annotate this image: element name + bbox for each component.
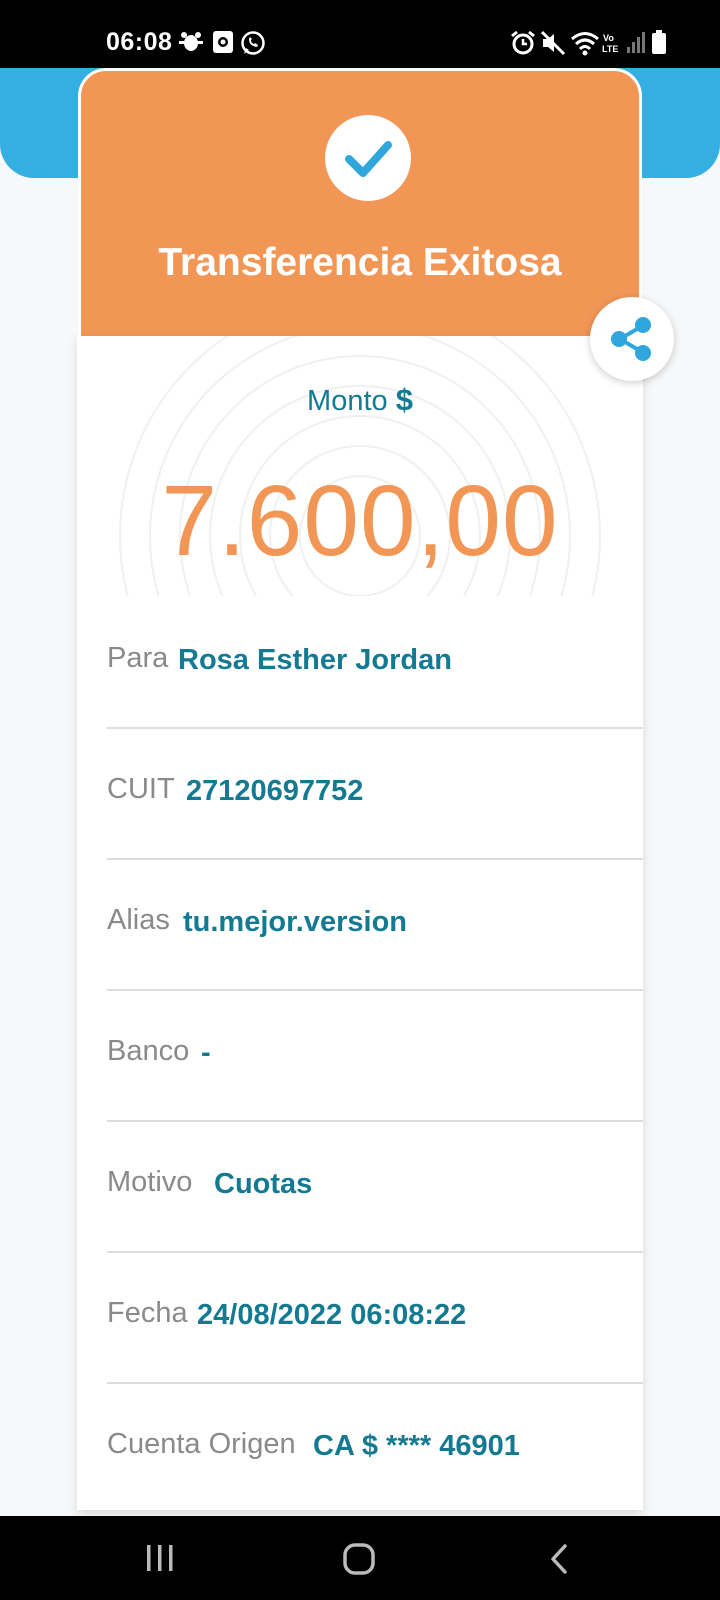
whatsapp-icon bbox=[240, 30, 266, 61]
back-icon[interactable] bbox=[548, 1542, 570, 1581]
navigation-bar bbox=[0, 1516, 720, 1600]
share-icon bbox=[611, 317, 651, 361]
screen-recorder-icon bbox=[212, 30, 234, 59]
currency-symbol: $ bbox=[395, 382, 413, 417]
detail-value: 27120697752 bbox=[186, 775, 364, 807]
alarm-icon bbox=[510, 30, 536, 61]
detail-label: CUIT bbox=[107, 773, 175, 805]
detail-row-fecha: Fecha 24/08/2022 06:08:22 bbox=[107, 1253, 643, 1384]
status-bar: 06:08 Vo LTE bbox=[0, 0, 720, 68]
mute-icon bbox=[540, 30, 566, 61]
success-header: Transferencia Exitosa bbox=[78, 68, 642, 336]
amount-label-text: Monto bbox=[307, 385, 388, 417]
detail-label: Alias bbox=[107, 904, 170, 936]
detail-row-cuenta-origen: Cuenta Origen CA $ **** 46901 bbox=[107, 1384, 643, 1515]
detail-row-banco: Banco - bbox=[107, 991, 643, 1122]
detail-row-cuit: CUIT 27120697752 bbox=[107, 729, 643, 860]
detail-value: 24/08/2022 06:08:22 bbox=[197, 1299, 467, 1331]
share-button[interactable] bbox=[590, 297, 674, 381]
details-list: Para Rosa Esther Jordan CUIT 27120697752… bbox=[77, 598, 643, 1515]
detail-row-alias: Alias tu.mejor.version bbox=[107, 860, 643, 991]
detail-label: Motivo bbox=[107, 1166, 193, 1198]
home-icon[interactable] bbox=[342, 1542, 376, 1581]
wifi-icon bbox=[570, 30, 600, 61]
check-icon bbox=[325, 115, 411, 201]
recent-apps-icon[interactable] bbox=[144, 1542, 176, 1579]
detail-label: Fecha bbox=[107, 1297, 188, 1329]
status-time: 06:08 bbox=[106, 28, 173, 56]
amount-section: Monto $ 7.600,00 bbox=[77, 336, 643, 596]
battery-icon bbox=[652, 30, 666, 59]
amount-value: 7.600,00 bbox=[161, 465, 559, 577]
detail-value: - bbox=[201, 1037, 211, 1069]
transfer-receipt: Monto $ 7.600,00 Para Rosa Esther Jordan… bbox=[77, 336, 643, 1510]
amount-label: Monto $ bbox=[77, 382, 643, 418]
detail-value: CA $ **** 46901 bbox=[313, 1430, 520, 1462]
bug-icon bbox=[178, 30, 204, 59]
detail-label: Banco bbox=[107, 1035, 190, 1067]
detail-value: tu.mejor.version bbox=[183, 906, 408, 938]
detail-value: Rosa Esther Jordan bbox=[178, 644, 452, 676]
detail-value: Cuotas bbox=[214, 1168, 313, 1200]
svg-text:Vo: Vo bbox=[603, 33, 614, 43]
detail-label: Para bbox=[107, 642, 169, 674]
detail-row-para: Para Rosa Esther Jordan bbox=[107, 598, 643, 729]
signal-icon bbox=[626, 30, 646, 59]
svg-text:LTE: LTE bbox=[602, 44, 618, 54]
detail-row-motivo: Motivo Cuotas bbox=[107, 1122, 643, 1253]
volte-icon: Vo LTE bbox=[601, 32, 623, 59]
detail-label: Cuenta Origen bbox=[107, 1428, 296, 1460]
page-title: Transferencia Exitosa bbox=[158, 241, 562, 284]
